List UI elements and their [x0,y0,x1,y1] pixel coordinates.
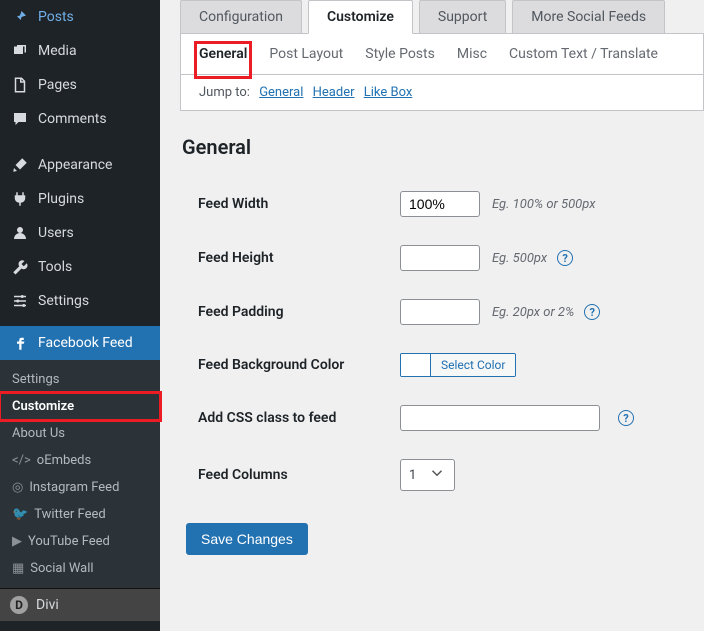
select-color-button[interactable]: Select Color [431,354,515,376]
sidebar-item-label: Media [38,43,77,59]
help-icon[interactable]: ? [618,410,634,426]
sidebar-item-divi[interactable]: D Divi [0,588,160,621]
tab-support[interactable]: Support [419,0,506,33]
facebook-icon [10,333,30,353]
sidebar-item-label: Pages [38,77,77,93]
sidebar-item-posts[interactable]: Posts [0,0,160,34]
twitter-icon: 🐦 [12,507,28,522]
submenu-instagram-feed[interactable]: ◎Instagram Feed [0,474,160,501]
submenu-youtube-feed[interactable]: ▶YouTube Feed [0,528,160,555]
row-feed-height: Feed Height Eg. 500px ? [180,231,704,285]
submenu-social-wall[interactable]: ▦Social Wall [0,555,160,582]
row-feed-bgcolor: Feed Background Color Select Color [180,339,704,391]
divi-icon: D [10,596,28,614]
tab-customize[interactable]: Customize [308,0,413,34]
subtab-general[interactable]: General [199,46,247,74]
comment-icon [10,109,30,129]
user-icon [10,223,30,243]
jump-link-likebox[interactable]: Like Box [364,85,413,100]
select-feed-columns[interactable]: 1 [400,459,455,491]
sidebar-item-facebook-feed[interactable]: Facebook Feed [0,326,160,360]
submenu-settings[interactable]: Settings [0,366,160,393]
sidebar-item-plugins[interactable]: Plugins [0,182,160,216]
subtab-misc[interactable]: Misc [457,46,487,74]
media-icon [10,41,30,61]
sidebar-item-label: Comments [38,111,107,127]
plug-icon [10,189,30,209]
sidebar-item-label: Appearance [38,157,112,173]
sidebar-item-pages[interactable]: Pages [0,68,160,102]
pin-icon [10,7,30,27]
sidebar-item-label: Plugins [38,191,84,207]
input-feed-height[interactable] [400,245,480,271]
row-feed-padding: Feed Padding Eg. 20px or 2% ? [180,285,704,339]
code-icon: </> [12,453,31,468]
sub-tabs: General Post Layout Style Posts Misc Cus… [180,34,704,75]
label-feed-padding: Feed Padding [180,304,400,320]
save-changes-button[interactable]: Save Changes [186,523,308,555]
tab-more-social-feeds[interactable]: More Social Feeds [512,0,665,33]
facebook-feed-submenu: Settings Customize About Us </>oEmbeds ◎… [0,360,160,588]
input-feed-padding[interactable] [400,299,480,325]
row-feed-width: Feed Width Eg. 100% or 500px [180,177,704,231]
sidebar-item-appearance[interactable]: Appearance [0,148,160,182]
sidebar-item-comments[interactable]: Comments [0,102,160,136]
subtab-style-posts[interactable]: Style Posts [365,46,435,74]
main-tabs: Configuration Customize Support More Soc… [180,0,704,34]
sidebar-item-settings[interactable]: Settings [0,284,160,318]
submenu-twitter-feed[interactable]: 🐦Twitter Feed [0,501,160,528]
color-swatch [401,354,431,376]
color-picker[interactable]: Select Color [400,353,516,377]
sliders-icon [10,291,30,311]
row-feed-cssclass: Add CSS class to feed ? [180,391,704,445]
sidebar-item-label: Divi [36,597,59,613]
youtube-icon: ▶ [12,534,22,549]
select-value: 1 [409,468,416,483]
input-feed-cssclass[interactable] [400,405,600,431]
jump-to-label: Jump to: [199,85,250,100]
input-feed-width[interactable] [400,191,480,217]
label-feed-width: Feed Width [180,196,400,212]
submenu-customize[interactable]: Customize [0,393,160,420]
help-icon[interactable]: ? [584,304,600,320]
help-icon[interactable]: ? [557,250,573,266]
label-feed-bgcolor: Feed Background Color [180,357,400,373]
hint-feed-height: Eg. 500px [492,251,547,266]
sidebar-item-label: Users [38,225,74,241]
submenu-about-us[interactable]: About Us [0,420,160,447]
hint-feed-padding: Eg. 20px or 2% [492,305,574,320]
tab-configuration[interactable]: Configuration [180,0,302,33]
sidebar-item-tools[interactable]: Tools [0,250,160,284]
submenu-oembeds[interactable]: </>oEmbeds [0,447,160,474]
label-feed-cssclass: Add CSS class to feed [180,410,400,426]
page-icon [10,75,30,95]
subtab-custom-text[interactable]: Custom Text / Translate [509,46,658,74]
instagram-icon: ◎ [12,480,23,495]
jump-link-header[interactable]: Header [313,85,355,100]
label-feed-columns: Feed Columns [180,467,400,483]
chevron-down-icon [428,464,446,486]
jump-link-general[interactable]: General [259,85,303,100]
jump-to-bar: Jump to: General Header Like Box [180,75,704,111]
sidebar-item-label: Facebook Feed [38,335,133,351]
sidebar-item-users[interactable]: Users [0,216,160,250]
sidebar-item-media[interactable]: Media [0,34,160,68]
brush-icon [10,155,30,175]
subtab-post-layout[interactable]: Post Layout [269,46,343,74]
grid-icon: ▦ [12,561,24,576]
row-feed-columns: Feed Columns 1 [180,445,704,505]
sidebar-item-label: Settings [38,293,89,309]
sidebar-item-label: Tools [38,259,72,275]
main-content: Configuration Customize Support More Soc… [160,0,704,631]
admin-sidebar: Posts Media Pages Comments Appearance Pl… [0,0,160,631]
section-title-general: General [182,135,704,159]
wrench-icon [10,257,30,277]
sidebar-item-label: Posts [38,9,74,25]
hint-feed-width: Eg. 100% or 500px [492,197,596,212]
label-feed-height: Feed Height [180,250,400,266]
